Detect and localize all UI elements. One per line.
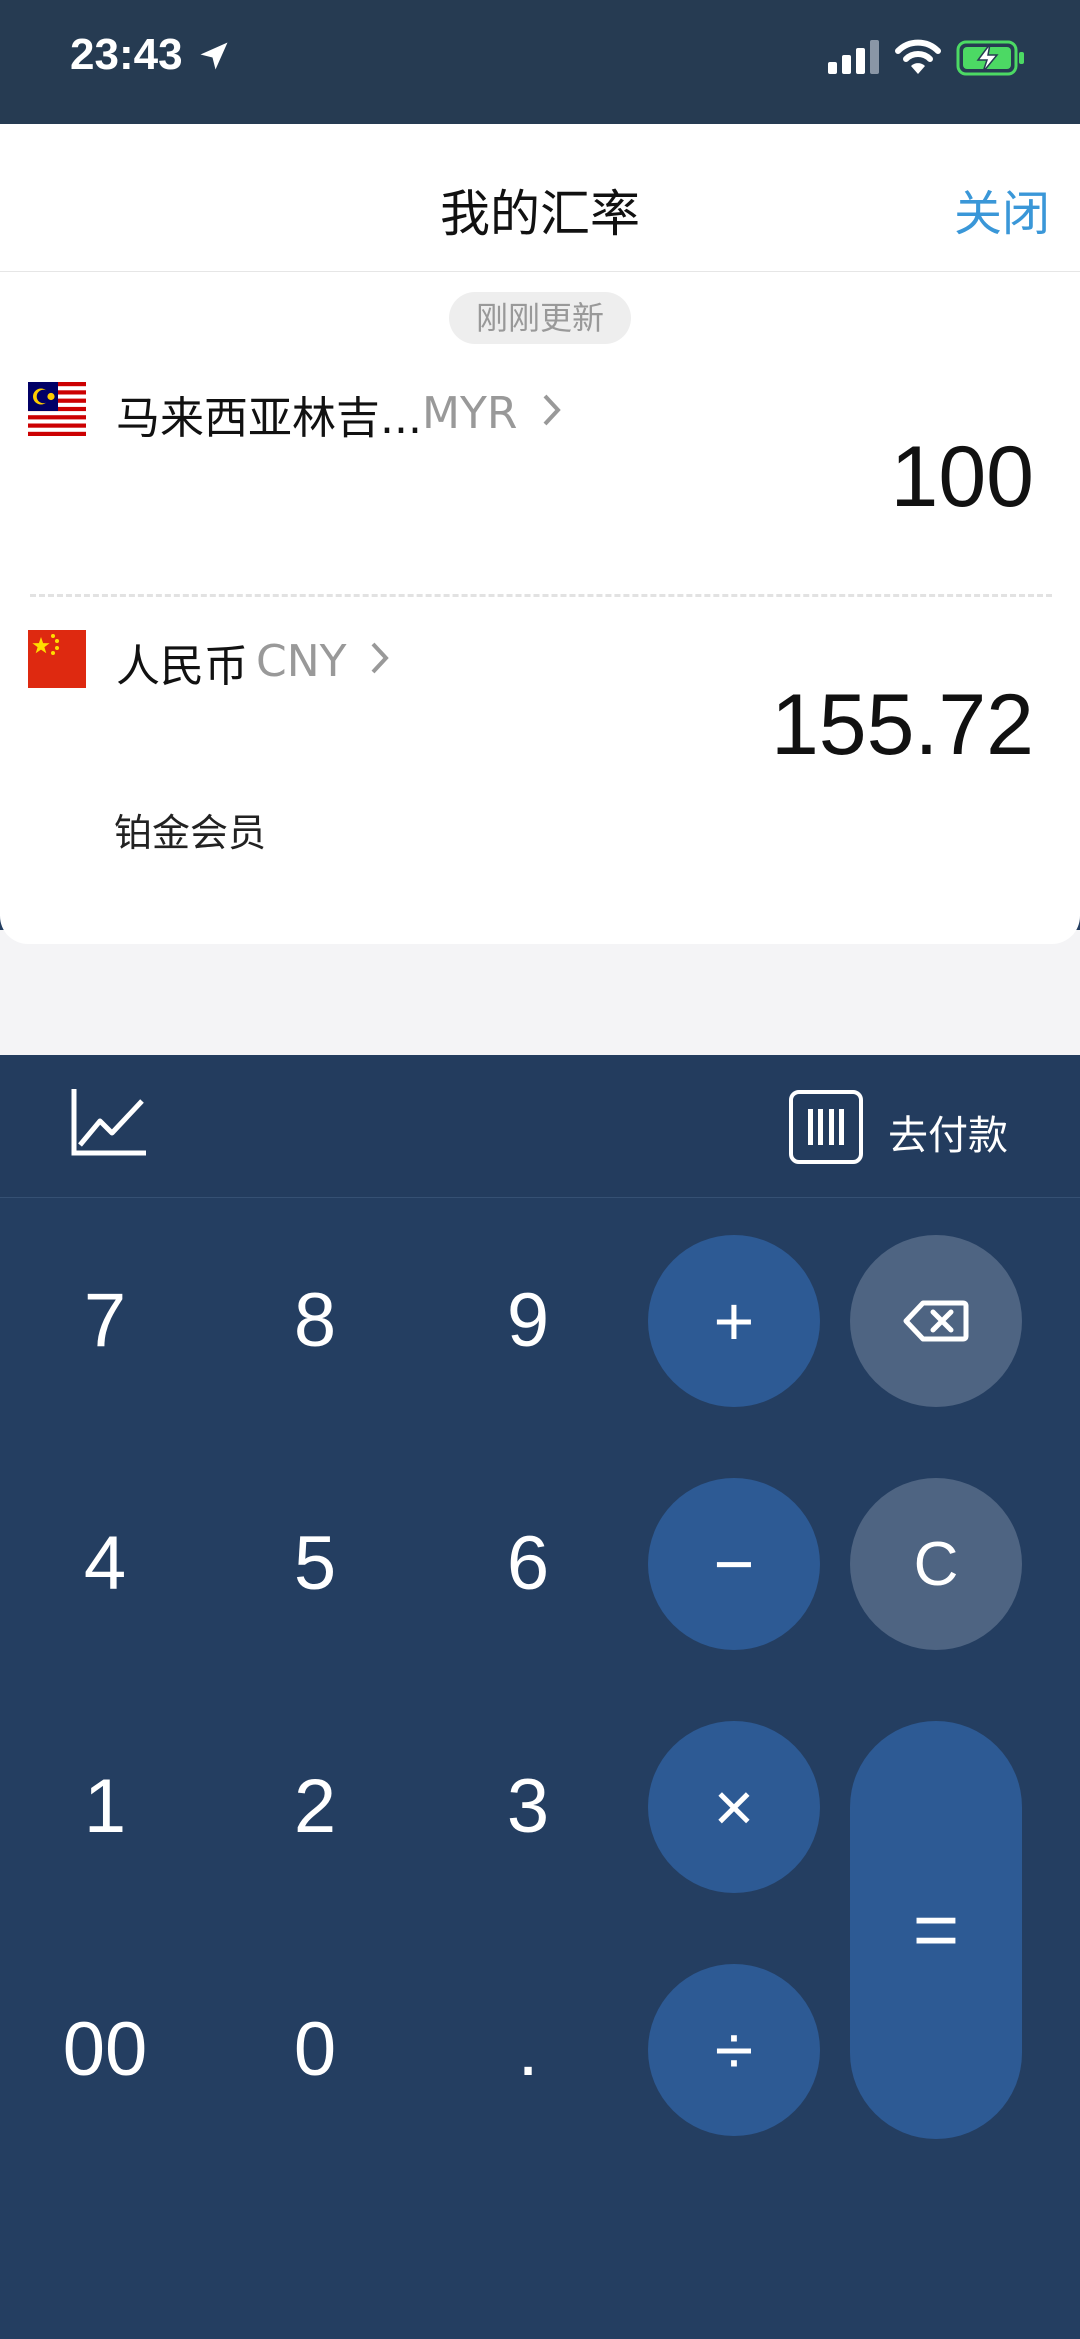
currency-amount[interactable]: 100	[891, 428, 1035, 527]
close-button[interactable]: 关闭	[954, 174, 1050, 244]
key-multiply[interactable]: ×	[648, 1721, 820, 1893]
backspace-icon	[903, 1300, 969, 1342]
key-plus[interactable]: +	[648, 1235, 820, 1407]
page-title: 我的汇率	[440, 185, 640, 243]
currency-row-myr[interactable]: 马来西亚林吉... MYR 100	[0, 382, 1080, 568]
key-9[interactable]: 9	[458, 1240, 598, 1400]
calculator-keypad: 7 8 9 + 4 5 6 − C 1 2 3 × = 00 0 . ÷	[0, 1198, 1080, 2339]
key-3[interactable]: 3	[458, 1726, 598, 1886]
currency-name: 人民币	[116, 641, 248, 692]
currency-name: 马来西亚林吉...	[116, 393, 422, 444]
key-0[interactable]: 0	[245, 1969, 385, 2129]
currency-code: MYR	[422, 388, 518, 439]
background-gap	[0, 930, 1080, 1055]
key-00[interactable]: 00	[35, 1969, 175, 2129]
cellular-signal-icon	[828, 40, 879, 74]
clear-button[interactable]: C	[850, 1478, 1022, 1650]
key-4[interactable]: 4	[35, 1483, 175, 1643]
backspace-button[interactable]	[850, 1235, 1022, 1407]
key-2[interactable]: 2	[245, 1726, 385, 1886]
update-status-badge: 刚刚更新	[449, 292, 631, 344]
battery-charging-icon	[956, 40, 1024, 76]
header: 我的汇率 关闭	[0, 124, 1080, 272]
key-7[interactable]: 7	[35, 1240, 175, 1400]
go-pay-label: 去付款	[888, 1113, 1008, 1159]
currency-card: 刚刚更新 马来西亚林吉... MYR 100 人民币 CNY 155.72 铂金…	[0, 272, 1080, 944]
key-6[interactable]: 6	[458, 1483, 598, 1643]
key-5[interactable]: 5	[245, 1483, 385, 1643]
key-decimal[interactable]: .	[458, 1969, 598, 2129]
member-label: 铂金会员	[114, 811, 267, 855]
wifi-icon	[895, 39, 941, 74]
key-minus[interactable]: −	[648, 1478, 820, 1650]
china-flag-icon	[28, 630, 86, 688]
chevron-right-icon	[543, 394, 561, 426]
currency-amount[interactable]: 155.72	[771, 676, 1034, 775]
chevron-right-icon	[371, 642, 389, 674]
row-divider	[30, 594, 1052, 597]
location-arrow-icon	[200, 42, 228, 70]
key-divide[interactable]: ÷	[648, 1964, 820, 2136]
equals-button[interactable]: =	[850, 1721, 1022, 2139]
key-1[interactable]: 1	[35, 1726, 175, 1886]
currency-code: CNY	[256, 636, 347, 687]
barcode-icon	[789, 1090, 863, 1164]
go-pay-button[interactable]: 去付款	[788, 1089, 1038, 1169]
key-8[interactable]: 8	[245, 1240, 385, 1400]
keypad-toolbar: 去付款	[0, 1055, 1080, 1198]
status-time: 23:43	[70, 30, 183, 79]
malaysia-flag-icon	[28, 382, 86, 440]
status-bar: 23:43	[0, 0, 1080, 124]
trend-chart-icon[interactable]	[70, 1085, 148, 1157]
